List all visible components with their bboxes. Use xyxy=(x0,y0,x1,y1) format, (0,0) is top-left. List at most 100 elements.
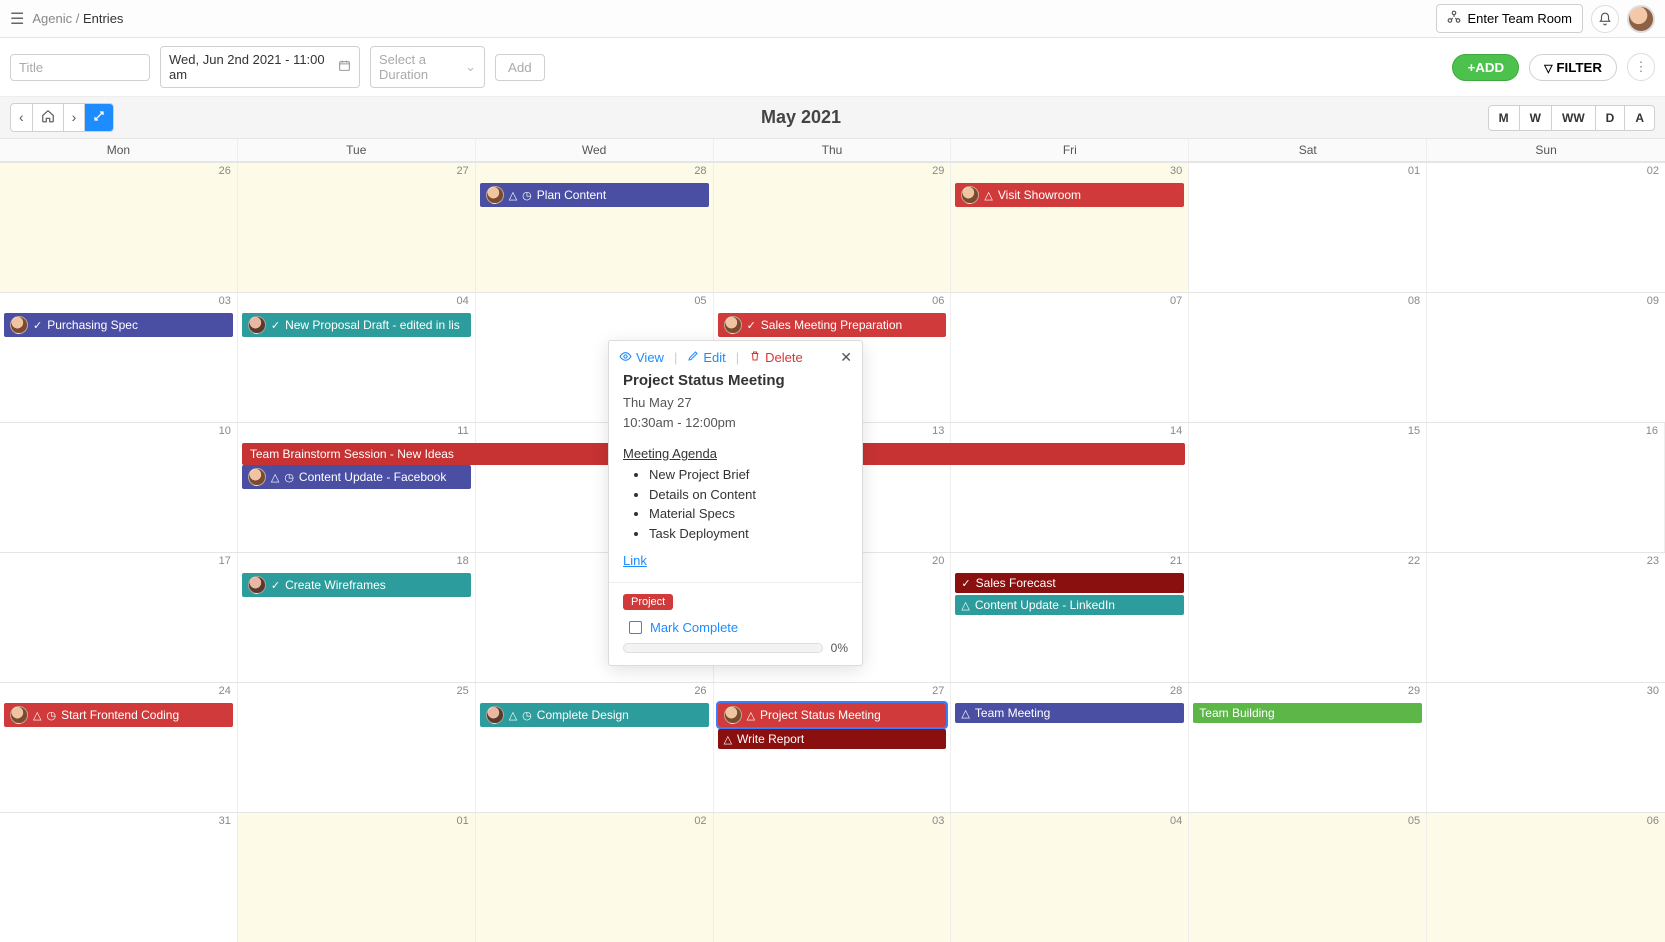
event-team-building[interactable]: Team Building xyxy=(1193,703,1422,723)
day-cell[interactable]: 30△Visit Showroom xyxy=(951,163,1189,292)
breadcrumb-root[interactable]: Agenic xyxy=(32,11,72,26)
warn-icon: △ xyxy=(509,709,517,722)
day-number: 03 xyxy=(932,815,944,827)
day-header: Sat xyxy=(1189,139,1427,161)
duration-select[interactable]: Select a Duration ⌄ xyxy=(370,46,485,88)
day-cell[interactable]: 22 xyxy=(1189,553,1427,682)
warn-icon: △ xyxy=(724,733,732,746)
link-button[interactable]: Link xyxy=(623,553,647,568)
day-cell[interactable]: 05 xyxy=(1189,813,1427,942)
prev-month-button[interactable]: ‹ xyxy=(11,104,33,131)
enter-team-room-button[interactable]: Enter Team Room xyxy=(1436,4,1583,33)
day-number: 23 xyxy=(1647,555,1659,567)
today-button[interactable] xyxy=(33,104,64,131)
next-month-button[interactable]: › xyxy=(64,104,86,131)
day-cell[interactable]: 29 xyxy=(714,163,952,292)
day-number: 26 xyxy=(694,685,706,697)
day-header: Tue xyxy=(238,139,476,161)
day-number: 06 xyxy=(1647,815,1659,827)
day-cell[interactable]: 03 xyxy=(714,813,952,942)
delete-button[interactable]: Delete xyxy=(749,350,803,365)
event-sales-meeting-prep[interactable]: ✓Sales Meeting Preparation xyxy=(718,313,947,337)
day-cell[interactable]: 25 xyxy=(238,683,476,812)
edit-button[interactable]: Edit xyxy=(687,350,725,365)
day-cell[interactable]: 17 xyxy=(0,553,238,682)
event-label: Team Meeting xyxy=(975,706,1050,720)
day-cell[interactable]: 04✓New Proposal Draft - edited in lis xyxy=(238,293,476,422)
filter-button[interactable]: ▽ FILTER xyxy=(1529,54,1617,81)
pencil-icon xyxy=(687,350,699,365)
day-cell[interactable]: 18✓Create Wireframes xyxy=(238,553,476,682)
close-icon[interactable]: ✕ xyxy=(840,349,852,366)
expand-button[interactable] xyxy=(85,104,113,131)
day-cell[interactable]: 28 △ Team Meeting xyxy=(951,683,1189,812)
day-cell[interactable]: 01 xyxy=(238,813,476,942)
day-number: 03 xyxy=(219,295,231,307)
add-button[interactable]: +ADD xyxy=(1452,54,1519,81)
event-new-proposal[interactable]: ✓New Proposal Draft - edited in lis xyxy=(242,313,471,337)
tag-pill[interactable]: Project xyxy=(623,594,673,610)
day-cell[interactable]: 06 xyxy=(1427,813,1665,942)
datetime-input[interactable]: Wed, Jun 2nd 2021 - 11:00 am xyxy=(160,46,360,88)
day-cell[interactable]: 24△◷Start Frontend Coding xyxy=(0,683,238,812)
day-number: 27 xyxy=(932,685,944,697)
notifications-icon[interactable] xyxy=(1591,5,1619,33)
user-avatar[interactable] xyxy=(1627,5,1655,33)
progress-bar[interactable] xyxy=(623,643,823,653)
day-cell[interactable]: 09 xyxy=(1427,293,1665,422)
day-cell[interactable]: 02 xyxy=(1427,163,1665,292)
day-cell[interactable]: 03 ✓Purchasing Spec xyxy=(0,293,238,422)
warn-icon: △ xyxy=(961,707,969,720)
menu-icon[interactable]: ☰ xyxy=(10,9,24,29)
event-create-wireframes[interactable]: ✓Create Wireframes xyxy=(242,573,471,597)
view-day-button[interactable]: D xyxy=(1596,106,1626,130)
event-frontend-coding[interactable]: △◷Start Frontend Coding xyxy=(4,703,233,727)
day-cell[interactable]: 08 xyxy=(1189,293,1427,422)
event-label: Content Update - Facebook xyxy=(299,470,446,484)
view-workweek-button[interactable]: WW xyxy=(1552,106,1596,130)
more-options-button[interactable]: ⋮ xyxy=(1627,53,1655,81)
day-cell[interactable]: 28△◷Plan Content xyxy=(476,163,714,292)
event-content-update-li-21[interactable]: △Content Update - LinkedIn xyxy=(955,595,1184,615)
event-visit-showroom[interactable]: △Visit Showroom xyxy=(955,183,1184,207)
day-cell[interactable]: 10 xyxy=(0,423,238,552)
event-sales-forecast[interactable]: ✓Sales Forecast xyxy=(955,573,1184,593)
event-purchasing-spec[interactable]: ✓Purchasing Spec xyxy=(4,313,233,337)
day-cell[interactable]: 15 xyxy=(1189,423,1427,552)
day-cell[interactable]: 27 xyxy=(238,163,476,292)
calendar-nav-group: ‹ › xyxy=(10,103,114,132)
day-cell[interactable]: 26 xyxy=(0,163,238,292)
day-cell[interactable]: 01 xyxy=(1189,163,1427,292)
view-month-button[interactable]: M xyxy=(1489,106,1520,130)
add-entry-button[interactable]: Add xyxy=(495,54,545,81)
day-cell[interactable]: 16 xyxy=(1427,423,1665,552)
title-input[interactable]: Title xyxy=(10,54,150,81)
event-project-status-meeting[interactable]: △Project Status Meeting xyxy=(718,703,947,727)
warn-icon: △ xyxy=(33,709,41,722)
day-cell[interactable]: 04 xyxy=(951,813,1189,942)
day-number: 28 xyxy=(1170,685,1182,697)
day-cell[interactable]: 29Team Building xyxy=(1189,683,1427,812)
day-cell[interactable]: 21✓Sales Forecast△Content Update - Linke… xyxy=(951,553,1189,682)
day-cell[interactable]: 02 xyxy=(476,813,714,942)
event-write-report[interactable]: △Write Report xyxy=(718,729,947,749)
day-cell[interactable]: 27 △Project Status Meeting△Write Report xyxy=(714,683,952,812)
event-team-meeting[interactable]: △ Team Meeting xyxy=(955,703,1184,723)
view-agenda-button[interactable]: A xyxy=(1625,106,1654,130)
day-cell[interactable]: 07 xyxy=(951,293,1189,422)
mark-complete-button[interactable]: Mark Complete xyxy=(629,620,848,635)
day-cell[interactable]: 31 xyxy=(0,813,238,942)
breadcrumb-current[interactable]: Entries xyxy=(83,11,123,26)
event-plan-content[interactable]: △◷Plan Content xyxy=(480,183,709,207)
day-header: Sun xyxy=(1427,139,1665,161)
title-placeholder: Title xyxy=(19,60,43,75)
view-button[interactable]: View xyxy=(619,350,664,366)
event-content-update-fb[interactable]: △◷Content Update - Facebook xyxy=(242,465,471,489)
view-week-button[interactable]: W xyxy=(1520,106,1552,130)
day-cell[interactable]: 26 △◷Complete Design xyxy=(476,683,714,812)
agenda-item: Details on Content xyxy=(649,485,848,505)
day-cell[interactable]: 23 xyxy=(1427,553,1665,682)
day-number: 14 xyxy=(1170,425,1182,437)
event-complete-design[interactable]: △◷Complete Design xyxy=(480,703,709,727)
day-cell[interactable]: 30 xyxy=(1427,683,1665,812)
